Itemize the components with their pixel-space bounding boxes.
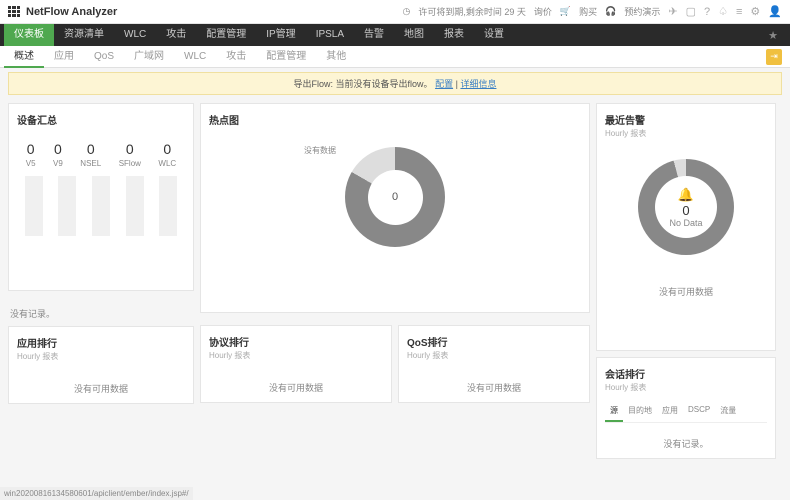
card-session-rank: 会话排行 Hourly 报表 源 目的地 应用 DSCP 流量 没有记录。 xyxy=(596,357,776,459)
stat-v9: 0V9 xyxy=(53,141,63,168)
banner-link-config[interactable]: 配置 xyxy=(435,79,453,89)
subtab-wlc[interactable]: WLC xyxy=(174,46,216,68)
bell-icon[interactable]: ♤ xyxy=(718,5,728,18)
card-sub: Hourly 报表 xyxy=(407,350,581,361)
no-data: 没有可用数据 xyxy=(407,381,581,394)
card-title: 最近告警 xyxy=(605,112,767,127)
card-title: QoS排行 xyxy=(407,334,581,349)
banner: 导出Flow: 当前没有设备导出flow。 配置 | 详细信息 xyxy=(8,72,782,95)
tab-map[interactable]: 地图 xyxy=(394,24,434,46)
pin-icon[interactable]: ⇥ xyxy=(766,49,782,65)
no-record: 没有记录。 xyxy=(605,437,767,450)
stat-v5: 0V5 xyxy=(26,141,36,168)
tab-ip[interactable]: IP管理 xyxy=(256,24,305,46)
tab-attack[interactable]: 攻击 xyxy=(156,24,196,46)
status-bar: win20200816134580601/apiclient/ember/ind… xyxy=(0,487,193,500)
headset-icon: 🎧 xyxy=(605,6,616,17)
alert-text: No Data xyxy=(669,218,702,228)
tab-source[interactable]: 源 xyxy=(605,401,623,422)
star-icon[interactable]: ★ xyxy=(760,29,786,42)
tab-config[interactable]: 配置管理 xyxy=(196,24,256,46)
no-data: 没有可用数据 xyxy=(209,381,383,394)
cart-icon: 🛒 xyxy=(560,6,571,17)
session-tabs: 源 目的地 应用 DSCP 流量 xyxy=(605,401,767,423)
stat-nsel: 0NSEL xyxy=(80,141,101,168)
card-recent-alert: 最近告警 Hourly 报表 🔔 0 No Data 没有可用数据 xyxy=(596,103,776,351)
tab-report[interactable]: 报表 xyxy=(434,24,474,46)
subtab-other[interactable]: 其他 xyxy=(316,46,356,68)
nav-main: 仪表板 资源清单 WLC 攻击 配置管理 IP管理 IPSLA 告警 地图 报表… xyxy=(0,24,790,46)
chart-label: 没有数据 xyxy=(304,145,336,156)
card-title: 会话排行 xyxy=(605,366,767,381)
stat-wlc: 0WLC xyxy=(158,141,176,168)
banner-link-detail[interactable]: 详细信息 xyxy=(460,79,496,89)
alert-count: 0 xyxy=(682,203,689,218)
card-sub: Hourly 报表 xyxy=(209,350,383,361)
card-sub: Hourly 报表 xyxy=(605,382,767,393)
tab-dscp[interactable]: DSCP xyxy=(683,401,715,422)
content: 设备汇总 0V5 0V9 0NSEL 0SFlow 0WLC 没有记录。 应用排… xyxy=(0,99,790,463)
subtab-overview[interactable]: 概述 xyxy=(4,46,44,68)
tab-wlc[interactable]: WLC xyxy=(114,24,156,46)
tab-inventory[interactable]: 资源清单 xyxy=(54,24,114,46)
card-app-rank: 应用排行 Hourly 报表 没有可用数据 xyxy=(8,326,194,404)
topbar: NetFlow Analyzer ◷ 许可将到期,剩余时间 29 天 询价 🛒 … xyxy=(0,0,790,24)
card-proto-rank: 协议排行 Hourly 报表 没有可用数据 xyxy=(200,325,392,403)
card-sub: Hourly 报表 xyxy=(605,128,767,139)
card-title: 应用排行 xyxy=(17,335,185,350)
banner-text: 导出Flow: 当前没有设备导出flow。 xyxy=(294,79,433,89)
user-icon[interactable]: 👤 xyxy=(768,5,782,18)
tune-icon[interactable]: ≡ xyxy=(736,6,742,18)
tab-alert[interactable]: 告警 xyxy=(354,24,394,46)
topbar-right: ◷ 许可将到期,剩余时间 29 天 询价 🛒 购买 🎧 预约演示 ✈ ▢ ? ♤… xyxy=(403,5,782,18)
tab-settings[interactable]: 设置 xyxy=(474,24,514,46)
card-qos-rank: QoS排行 Hourly 报表 没有可用数据 xyxy=(398,325,590,403)
device-stats: 0V5 0V9 0NSEL 0SFlow 0WLC xyxy=(17,141,185,168)
gear-icon[interactable]: ⚙ xyxy=(750,5,760,18)
tab-app[interactable]: 应用 xyxy=(657,401,683,422)
help-icon[interactable]: ? xyxy=(704,6,710,18)
link-buy[interactable]: 购买 xyxy=(579,5,597,18)
alert-donut: 🔔 0 No Data xyxy=(638,159,734,255)
stat-sflow: 0SFlow xyxy=(119,141,141,168)
tab-dashboard[interactable]: 仪表板 xyxy=(4,24,54,46)
trial-text: 许可将到期,剩余时间 29 天 xyxy=(418,5,526,18)
card-title: 协议排行 xyxy=(209,334,383,349)
alarm-icon: 🔔 xyxy=(678,187,694,203)
device-bars xyxy=(17,176,185,236)
send-icon[interactable]: ✈ xyxy=(668,5,677,18)
card-sub: Hourly 报表 xyxy=(17,351,185,362)
subtab-config[interactable]: 配置管理 xyxy=(256,46,316,68)
subtab-attack[interactable]: 攻击 xyxy=(216,46,256,68)
link-demo[interactable]: 预约演示 xyxy=(624,5,660,18)
monitor-icon[interactable]: ▢ xyxy=(686,5,696,18)
clock-icon: ◷ xyxy=(403,6,411,17)
card-device-summary: 设备汇总 0V5 0V9 0NSEL 0SFlow 0WLC xyxy=(8,103,194,291)
tab-traffic[interactable]: 流量 xyxy=(715,401,741,422)
subtab-qos[interactable]: QoS xyxy=(84,46,124,68)
no-data: 没有可用数据 xyxy=(605,285,767,298)
card-title: 热点图 xyxy=(209,112,581,127)
app-grid-icon[interactable] xyxy=(8,6,20,18)
donut-chart: 0 xyxy=(345,147,445,247)
link-quote[interactable]: 询价 xyxy=(534,5,552,18)
card-title: 设备汇总 xyxy=(17,112,185,127)
subtab-app[interactable]: 应用 xyxy=(44,46,84,68)
no-record: 没有记录。 xyxy=(8,307,194,320)
nav-sub: 概述 应用 QoS 广域网 WLC 攻击 配置管理 其他 ⇥ xyxy=(0,46,790,68)
tab-dest[interactable]: 目的地 xyxy=(623,401,657,422)
subtab-wan[interactable]: 广域网 xyxy=(124,46,174,68)
hotspot-chart: 没有数据 0 xyxy=(209,127,581,267)
no-data: 没有可用数据 xyxy=(17,382,185,395)
card-hotspot: 热点图 没有数据 0 xyxy=(200,103,590,313)
app-title: NetFlow Analyzer xyxy=(26,6,117,18)
tab-ipsla[interactable]: IPSLA xyxy=(306,24,354,46)
